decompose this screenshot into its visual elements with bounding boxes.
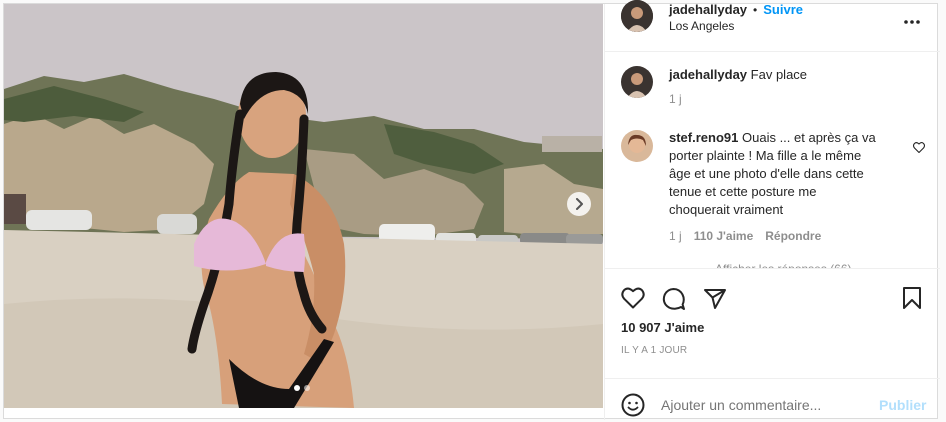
comment-icon	[662, 288, 685, 310]
post-header: jadehallyday • Suivre Los Angeles	[605, 0, 940, 52]
carousel-dots	[294, 385, 310, 391]
comment-text-line: Ouais ... et après ça va	[742, 130, 876, 145]
more-horizontal-icon	[904, 20, 920, 24]
comment-avatar[interactable]	[621, 130, 653, 162]
post-timestamp[interactable]: IL Y A 1 JOUR	[621, 345, 687, 356]
comment-username[interactable]: stef.reno91	[669, 130, 738, 145]
post-actions: 10 907 J'aime IL Y A 1 JOUR	[605, 268, 940, 378]
carousel-dot-active	[294, 385, 300, 391]
heart-icon	[912, 142, 926, 154]
avatar-image	[621, 66, 653, 98]
likes-count[interactable]: 10 907 J'aime	[621, 320, 704, 335]
header-username[interactable]: jadehallyday	[669, 2, 747, 17]
comment-text-line: porter plainte ! Ma fille a le même	[669, 148, 862, 163]
post-container: jadehallyday • Suivre Los Angeles jadeha…	[3, 0, 940, 420]
caption-text: Fav place	[750, 67, 808, 82]
comment-like-button[interactable]	[912, 140, 926, 158]
emoji-icon	[621, 393, 645, 417]
avatar-image	[621, 130, 653, 162]
post-side-panel: jadehallyday • Suivre Los Angeles jadeha…	[604, 0, 940, 420]
share-button[interactable]	[703, 287, 727, 316]
comment-likes-count[interactable]: 110 J'aime	[694, 229, 754, 243]
comment-input[interactable]	[661, 393, 871, 417]
header-separator: •	[753, 2, 758, 17]
emoji-button[interactable]	[621, 393, 645, 422]
comment-reply-button[interactable]: Répondre	[765, 229, 821, 243]
bookmark-icon	[903, 287, 921, 309]
caption-avatar[interactable]	[621, 66, 653, 98]
comment-text-line: choquerait vraiment	[669, 202, 784, 217]
publish-button[interactable]: Publier	[879, 397, 926, 413]
save-button[interactable]	[902, 287, 922, 314]
avatar-image	[621, 0, 653, 32]
location-link[interactable]: Los Angeles	[669, 19, 734, 33]
like-button[interactable]	[621, 287, 645, 314]
chevron-right-icon	[576, 198, 583, 210]
more-options-button[interactable]	[903, 12, 921, 30]
heart-icon	[621, 287, 645, 309]
carousel-next-button[interactable]	[567, 192, 591, 216]
comment-time[interactable]: 1 j	[669, 229, 682, 243]
caption-time[interactable]: 1 j	[669, 92, 682, 106]
send-icon	[704, 289, 726, 309]
comment-button[interactable]	[662, 287, 686, 316]
caption-username[interactable]: jadehallyday	[669, 67, 747, 82]
beach-photo-image	[4, 4, 603, 408]
comment-text-line: âge et une photo d'elle dans cette	[669, 166, 864, 181]
avatar[interactable]	[621, 0, 653, 32]
post-photo[interactable]	[4, 4, 603, 408]
follow-button[interactable]: Suivre	[763, 2, 803, 17]
comment-text-line: tenue et cette posture me	[669, 184, 817, 199]
add-comment-bar: Publier	[605, 378, 940, 420]
carousel-dot	[304, 385, 310, 391]
